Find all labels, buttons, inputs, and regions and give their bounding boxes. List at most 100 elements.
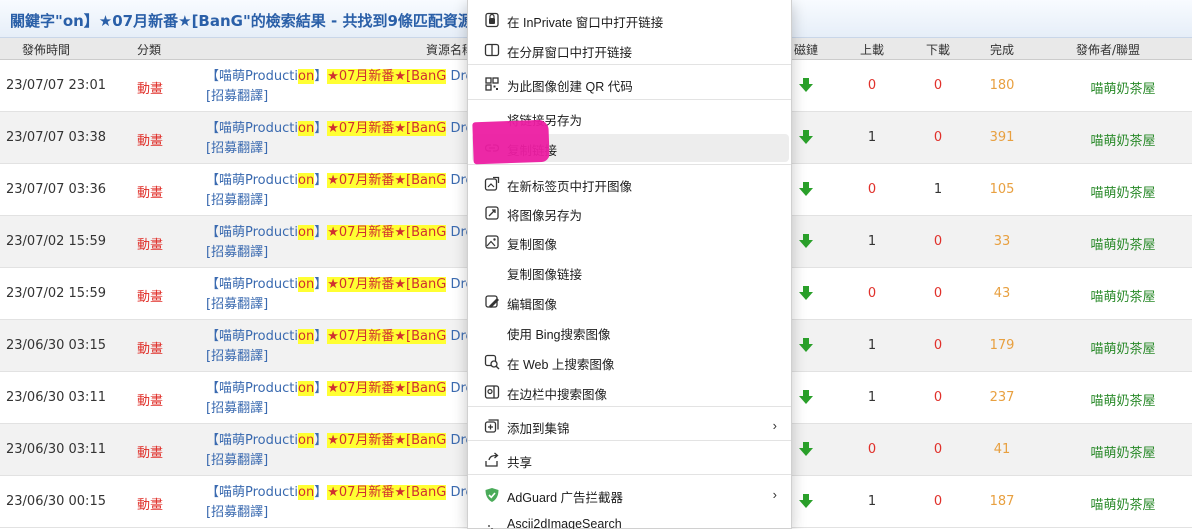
publisher-link[interactable]: 喵萌奶茶屋	[1068, 286, 1178, 305]
chevron-right-icon: ›	[772, 418, 777, 433]
completed-count: 180	[989, 78, 1015, 93]
menu-item[interactable]: 复制图像	[472, 228, 789, 256]
publisher-link[interactable]: 喵萌奶茶屋	[1068, 390, 1178, 409]
resource-name-link[interactable]: 【喵萌Production】★07月新番★[BanG Dream[招募翻譯]	[206, 327, 468, 367]
header-up[interactable]: 上載	[860, 41, 884, 58]
publisher-link[interactable]: 喵萌奶茶屋	[1068, 130, 1178, 149]
leech-count: 0	[933, 442, 943, 457]
publisher-link[interactable]: 喵萌奶茶屋	[1068, 234, 1178, 253]
leech-count: 0	[933, 234, 943, 249]
magnet-download-icon[interactable]	[798, 285, 814, 301]
extension-icon	[488, 525, 493, 529]
resource-name-link[interactable]: 【喵萌Production】★07月新番★[BanG Dream[招募翻譯]	[206, 171, 468, 211]
magnet-download-icon[interactable]	[798, 233, 814, 249]
menu-item-label: 在分屏窗口中打开链接	[507, 46, 633, 60]
menu-item[interactable]: 将图像另存为	[472, 199, 789, 227]
category-link[interactable]: 動畫	[137, 182, 163, 201]
menu-item[interactable]: Ascii2dImageSearch	[472, 511, 789, 529]
completed-count: 179	[989, 338, 1015, 353]
menu-item-label: 在 InPrivate 窗口中打开链接	[507, 16, 664, 30]
publisher-link[interactable]: 喵萌奶茶屋	[1068, 338, 1178, 357]
menu-item-label: 在边栏中搜索图像	[507, 388, 608, 402]
category-link[interactable]: 動畫	[137, 338, 163, 357]
highlight-mark	[472, 119, 550, 165]
publish-date: 23/06/30 03:11	[6, 442, 106, 457]
menu-item-label: 在 Web 上搜索图像	[507, 358, 615, 372]
menu-item[interactable]: 复制图像链接	[472, 258, 789, 286]
header-category[interactable]: 分類	[137, 41, 161, 58]
resource-name-link[interactable]: 【喵萌Production】★07月新番★[BanG Dream[招募翻譯]	[206, 379, 468, 419]
header-publisher: 發佈者/聯盟	[1076, 43, 1141, 57]
seed-count: 1	[867, 494, 877, 509]
publish-date: 23/06/30 03:11	[6, 390, 106, 405]
seed-count: 1	[867, 130, 877, 145]
resource-name-link[interactable]: 【喵萌Production】★07月新番★[BanG Dream[招募翻譯]	[206, 275, 468, 315]
menu-item[interactable]: AdGuard 广告拦截器 ›	[472, 481, 789, 509]
category-link[interactable]: 動畫	[137, 234, 163, 253]
menu-item[interactable]: 在 InPrivate 窗口中打开链接	[472, 6, 789, 34]
menu-item[interactable]: 在边栏中搜索图像	[472, 378, 789, 406]
publisher-link[interactable]: 喵萌奶茶屋	[1068, 494, 1178, 513]
menu-item-label: 为此图像创建 QR 代码	[507, 80, 633, 94]
publisher-link[interactable]: 喵萌奶茶屋	[1068, 182, 1178, 201]
category-link[interactable]: 動畫	[137, 78, 163, 97]
header-down[interactable]: 下載	[926, 41, 950, 58]
category-link[interactable]: 動畫	[137, 390, 163, 409]
seed-count: 0	[867, 182, 877, 197]
menu-item[interactable]: 添加到集锦 ›	[472, 412, 789, 440]
category-link[interactable]: 動畫	[137, 130, 163, 149]
split-window-icon	[484, 43, 500, 57]
qr-code-icon	[485, 77, 499, 91]
collections-icon	[484, 419, 499, 433]
context-menu: 在 InPrivate 窗口中打开链接 在分屏窗口中打开链接 为此图像创建 QR 代…	[467, 0, 792, 529]
resource-name-link[interactable]: 【喵萌Production】★07月新番★[BanG Dream[招募翻譯]	[206, 119, 468, 159]
magnet-download-icon[interactable]	[798, 337, 814, 353]
menu-item-label: AdGuard 广告拦截器	[507, 491, 624, 505]
inprivate-window-icon	[485, 12, 499, 28]
resource-name-link[interactable]: 【喵萌Production】★07月新番★[BanG Dream[招募翻譯]	[206, 67, 468, 107]
magnet-download-icon[interactable]	[798, 181, 814, 197]
menu-item[interactable]: 为此图像创建 QR 代码	[472, 70, 789, 98]
resource-name-link[interactable]: 【喵萌Production】★07月新番★[BanG Dream[招募翻譯]	[206, 483, 468, 523]
menu-separator	[468, 99, 791, 100]
menu-separator	[468, 474, 791, 475]
menu-separator	[468, 440, 791, 441]
publish-date: 23/07/02 15:59	[6, 286, 106, 301]
header-date[interactable]: 發佈時間	[22, 41, 70, 58]
resource-name-link[interactable]: 【喵萌Production】★07月新番★[BanG Dream[招募翻譯]	[206, 431, 468, 471]
menu-item-label: Ascii2dImageSearch	[507, 517, 622, 529]
publish-date: 23/06/30 00:15	[6, 494, 106, 509]
magnet-download-icon[interactable]	[798, 129, 814, 145]
publisher-link[interactable]: 喵萌奶茶屋	[1068, 78, 1178, 97]
menu-separator	[468, 64, 791, 65]
seed-count: 1	[867, 338, 877, 353]
adguard-shield-icon	[485, 488, 499, 502]
menu-item-label: 使用 Bing搜索图像	[507, 328, 611, 342]
publisher-link[interactable]: 喵萌奶茶屋	[1068, 442, 1178, 461]
menu-item[interactable]: 使用 Bing搜索图像	[472, 318, 789, 346]
leech-count: 0	[933, 130, 943, 145]
menu-item[interactable]: 在 Web 上搜索图像	[472, 348, 789, 376]
category-link[interactable]: 動畫	[137, 442, 163, 461]
completed-count: 105	[989, 182, 1015, 197]
page-title: 關鍵字"on】★07月新番★[BanG"的檢索結果 - 共找到9條匹配資源	[10, 10, 493, 31]
header-done[interactable]: 完成	[990, 41, 1014, 58]
leech-count: 0	[933, 494, 943, 509]
menu-separator	[468, 164, 791, 165]
menu-item[interactable]: 在新标签页中打开图像	[472, 170, 789, 198]
completed-count: 33	[993, 234, 1011, 249]
resource-name-link[interactable]: 【喵萌Production】★07月新番★[BanG Dream[招募翻譯]	[206, 223, 468, 263]
menu-item[interactable]: 编辑图像	[472, 288, 789, 316]
menu-separator	[468, 406, 791, 407]
category-link[interactable]: 動畫	[137, 286, 163, 305]
completed-count: 391	[989, 130, 1015, 145]
magnet-download-icon[interactable]	[798, 441, 814, 457]
magnet-download-icon[interactable]	[798, 493, 814, 509]
magnet-download-icon[interactable]	[798, 389, 814, 405]
menu-item[interactable]: 在分屏窗口中打开链接	[472, 36, 789, 64]
category-link[interactable]: 動畫	[137, 494, 163, 513]
menu-item[interactable]: 共享	[472, 446, 789, 474]
header-magnet: 磁鏈	[794, 43, 819, 57]
share-icon	[485, 452, 499, 467]
magnet-download-icon[interactable]	[798, 77, 814, 93]
